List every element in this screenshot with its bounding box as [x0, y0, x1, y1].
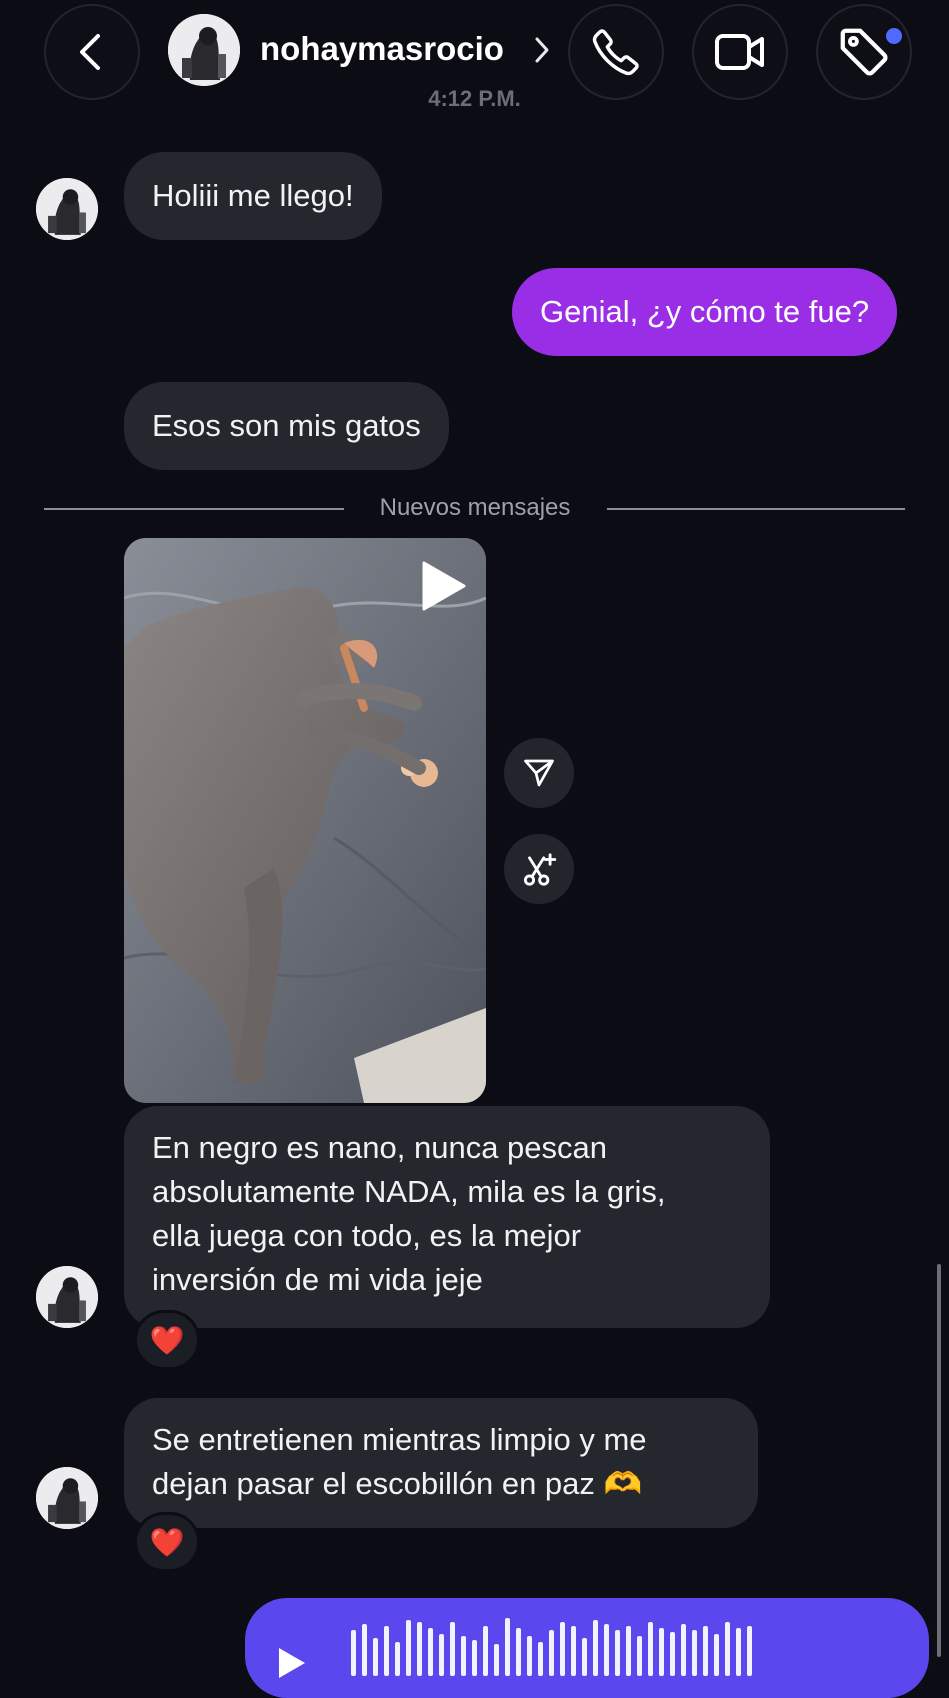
message-bubble-incoming[interactable]: Holiii me llego!: [124, 152, 382, 240]
avatar-photo: [36, 1266, 98, 1328]
waveform-bar: [703, 1626, 708, 1676]
waveform-bar: [373, 1638, 378, 1676]
waveform-bar: [527, 1636, 532, 1676]
waveform-bar: [725, 1622, 730, 1676]
voice-message-outgoing[interactable]: [245, 1598, 929, 1698]
waveform-bar: [395, 1642, 400, 1676]
message-line: dejan pasar el escobillón en paz 🫶: [152, 1466, 643, 1501]
waveform-bar: [406, 1620, 411, 1676]
waveform-bar: [648, 1622, 653, 1676]
sender-avatar[interactable]: [36, 1266, 98, 1328]
waveform-bar: [505, 1618, 510, 1676]
message-text: Esos son mis gatos: [152, 408, 421, 443]
waveform-bar: [582, 1638, 587, 1676]
waveform-bar: [384, 1626, 389, 1676]
waveform-bar: [362, 1624, 367, 1676]
message-text: Holiii me llego!: [152, 178, 354, 213]
waveform-bar: [351, 1630, 356, 1676]
video-thumbnail: [124, 538, 486, 1103]
message-line: inversión de mi vida jeje: [152, 1262, 483, 1297]
tag-icon: [840, 28, 888, 76]
heart-icon: ❤️: [149, 1324, 185, 1356]
message-line: absolutamente NADA, mila es la gris,: [152, 1174, 666, 1209]
waveform-bar: [461, 1636, 466, 1676]
waveform-bar: [571, 1626, 576, 1676]
waveform-bar: [670, 1632, 675, 1676]
chat-timestamp: 4:12 P.M.: [428, 86, 521, 111]
message-bubble-incoming[interactable]: Se entretienen mientras limpio y me deja…: [124, 1398, 758, 1528]
waveform-bar: [747, 1626, 752, 1676]
message-bubble-outgoing[interactable]: Genial, ¿y cómo te fue?: [512, 268, 898, 356]
message-line: En negro es nano, nunca pescan: [152, 1130, 608, 1165]
avatar-photo: [36, 1467, 98, 1529]
waveform-bar: [604, 1624, 609, 1676]
send-icon: [524, 759, 554, 787]
message-line: ella juega con todo, es la mejor: [152, 1218, 582, 1253]
message-line: Se entretienen mientras limpio y me: [152, 1422, 647, 1457]
waveform-bar: [472, 1640, 477, 1676]
heart-icon: ❤️: [149, 1526, 185, 1558]
video-camera-icon: [715, 34, 764, 70]
waveform-bar: [494, 1644, 499, 1676]
new-messages-divider: Nuevos mensajes: [379, 494, 571, 521]
waveform-bar: [659, 1628, 664, 1676]
play-icon[interactable]: [420, 560, 468, 612]
sender-avatar[interactable]: [36, 178, 98, 240]
waveform-bar: [615, 1630, 620, 1676]
message-text: Genial, ¿y cómo te fue?: [540, 294, 870, 329]
waveform-bar: [714, 1634, 719, 1676]
waveform-bar: [483, 1626, 488, 1676]
waveform-bar: [736, 1628, 741, 1676]
waveform-bar: [428, 1628, 433, 1676]
waveform-bar: [637, 1636, 642, 1676]
play-icon[interactable]: [275, 1646, 309, 1680]
profile-avatar[interactable]: [168, 14, 240, 86]
chat-username[interactable]: nohaymasrocio: [260, 30, 504, 68]
message-bubble-incoming[interactable]: En negro es nano, nunca pescan absolutam…: [124, 1106, 770, 1328]
avatar-photo: [168, 14, 240, 86]
chevron-right-icon[interactable]: [532, 34, 552, 66]
share-button[interactable]: [504, 738, 574, 808]
heart-reaction[interactable]: ❤️: [134, 1512, 200, 1572]
waveform-bar: [560, 1622, 565, 1676]
phone-icon: [592, 29, 639, 76]
divider-line-right: [607, 508, 905, 510]
waveform-bar: [626, 1626, 631, 1676]
chevron-left-icon: [80, 34, 100, 70]
avatar-photo: [36, 178, 98, 240]
waveform-bar: [417, 1622, 422, 1676]
remix-icon: [523, 853, 557, 886]
video-message[interactable]: [124, 538, 486, 1103]
waveform-bar: [549, 1630, 554, 1676]
waveform-bar: [439, 1634, 444, 1676]
heart-reaction[interactable]: ❤️: [134, 1310, 200, 1370]
waveform-bar: [516, 1628, 521, 1676]
waveform-bar: [692, 1630, 697, 1676]
divider-line-left: [44, 508, 344, 510]
waveform-bar: [538, 1642, 543, 1676]
message-bubble-incoming[interactable]: Esos son mis gatos: [124, 382, 449, 470]
sender-avatar[interactable]: [36, 1467, 98, 1529]
waveform-bar: [593, 1620, 598, 1676]
waveform-bar: [681, 1624, 686, 1676]
waveform-bar: [450, 1622, 455, 1676]
scrollbar[interactable]: [937, 1264, 941, 1657]
remix-button[interactable]: [504, 834, 574, 904]
notification-dot: [886, 28, 902, 44]
